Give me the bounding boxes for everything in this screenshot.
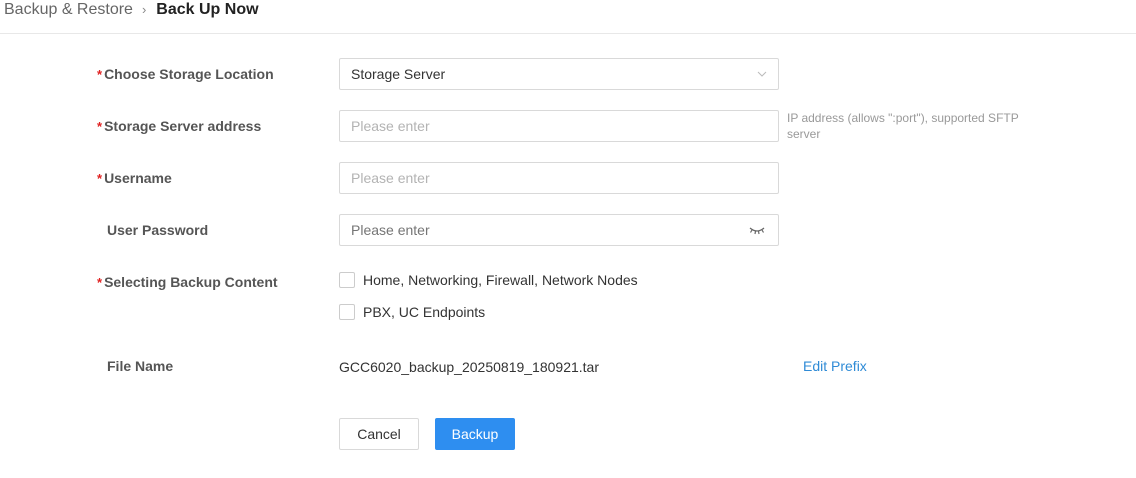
backup-page: Backup & Restore › Back Up Now * Choose S…	[0, 0, 1136, 478]
storage-location-label-text: Choose Storage Location	[104, 66, 274, 82]
breadcrumb-separator-icon: ›	[141, 2, 147, 17]
file-name-value: GCC6020_backup_20250819_180921.tar	[339, 359, 599, 375]
required-asterisk-icon: *	[97, 171, 103, 186]
required-asterisk-icon: *	[97, 67, 103, 82]
required-asterisk-icon: *	[97, 275, 103, 290]
password-label-text: User Password	[107, 222, 209, 238]
server-address-label-text: Storage Server address	[104, 118, 262, 134]
backup-content-label: * Selecting Backup Content	[97, 272, 278, 293]
file-name-label-text: File Name	[107, 358, 174, 374]
storage-location-label: * Choose Storage Location	[97, 64, 274, 85]
checkbox-label: PBX, UC Endpoints	[363, 304, 486, 320]
page-title: Back Up Now	[156, 1, 259, 18]
username-input[interactable]	[339, 162, 779, 194]
breadcrumb-parent-link[interactable]: Backup & Restore	[4, 0, 133, 20]
username-label-text: Username	[104, 170, 172, 186]
chevron-down-icon	[757, 71, 767, 77]
checkbox-label: Home, Networking, Firewall, Network Node…	[363, 272, 638, 288]
checkbox[interactable]	[339, 272, 355, 288]
backup-option-pbx[interactable]: PBX, UC Endpoints	[339, 304, 485, 320]
backup-button[interactable]: Backup	[435, 418, 515, 450]
checkbox[interactable]	[339, 304, 355, 320]
server-address-input[interactable]	[339, 110, 779, 142]
header-divider	[0, 33, 1136, 34]
username-label: * Username	[97, 168, 172, 189]
server-address-hint: IP address (allows ":port"), supported S…	[787, 111, 1019, 141]
password-label: User Password	[107, 220, 208, 240]
backup-option-home-networking[interactable]: Home, Networking, Firewall, Network Node…	[339, 272, 638, 288]
breadcrumb: Backup & Restore › Back Up Now	[4, 0, 259, 20]
password-field	[339, 214, 779, 246]
password-input[interactable]	[340, 215, 740, 245]
backup-content-label-text: Selecting Backup Content	[104, 274, 278, 290]
eye-closed-icon[interactable]	[748, 223, 766, 237]
file-name-label: File Name	[107, 356, 173, 376]
cancel-button[interactable]: Cancel	[339, 418, 419, 450]
server-address-label: * Storage Server address	[97, 116, 261, 137]
storage-location-value: Storage Server	[351, 66, 446, 82]
edit-prefix-link[interactable]: Edit Prefix	[803, 356, 867, 376]
storage-location-select[interactable]: Storage Server	[339, 58, 779, 90]
required-asterisk-icon: *	[97, 119, 103, 134]
